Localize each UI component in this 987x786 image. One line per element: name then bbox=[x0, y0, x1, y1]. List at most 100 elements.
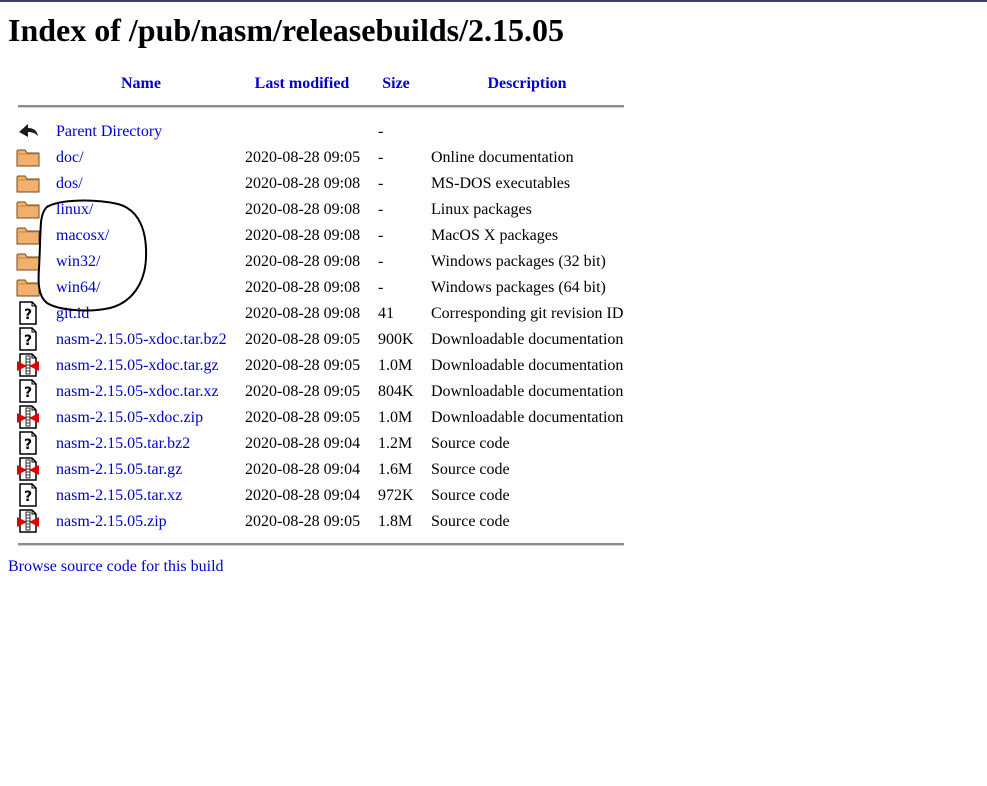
size-cell: 900K bbox=[378, 331, 414, 348]
size-cell: 1.6M bbox=[378, 461, 413, 478]
folder-icon[interactable] bbox=[16, 145, 40, 169]
table-row: macosx/2020-08-28 09:08- MacOS X packages bbox=[0, 223, 640, 249]
folder-icon[interactable] bbox=[16, 197, 40, 221]
file-link[interactable]: dos/ bbox=[56, 174, 83, 194]
file-link[interactable]: nasm-2.15.05-xdoc.tar.gz bbox=[56, 356, 219, 376]
column-header-size[interactable]: Size bbox=[374, 74, 418, 94]
browse-source-link[interactable]: Browse source code for this build bbox=[8, 557, 224, 577]
table-row: win32/2020-08-28 09:08- Windows packages … bbox=[0, 249, 640, 275]
description-cell: Source code bbox=[431, 487, 510, 504]
file-link[interactable]: Parent Directory bbox=[56, 122, 162, 142]
table-row: ? nasm-2.15.05-xdoc.tar.bz2 2020-08-28 09:… bbox=[0, 327, 640, 353]
size-cell: 972K bbox=[378, 487, 414, 504]
table-row: nasm-2.15.05-xdoc.tar.gz 2020-08-28 09:05… bbox=[0, 353, 640, 379]
back-icon[interactable] bbox=[16, 119, 40, 143]
last-modified-cell: 2020-08-28 09:05 bbox=[245, 383, 361, 400]
last-modified-cell: 2020-08-28 09:04 bbox=[245, 487, 361, 504]
file-link[interactable]: win64/ bbox=[56, 278, 100, 298]
description-cell: Downloadable documentation bbox=[431, 331, 624, 348]
unknown-file-icon[interactable]: ? bbox=[16, 431, 40, 455]
size-cell: - bbox=[378, 123, 384, 140]
folder-icon[interactable] bbox=[16, 275, 40, 299]
column-header-description[interactable]: Description bbox=[472, 74, 582, 94]
table-row: Parent Directory - bbox=[0, 119, 640, 145]
last-modified-cell: 2020-08-28 09:08 bbox=[245, 253, 361, 270]
unknown-file-icon[interactable]: ? bbox=[16, 379, 40, 403]
file-link[interactable]: linux/ bbox=[56, 200, 93, 220]
table-row: nasm-2.15.05-xdoc.zip 2020-08-28 09:05 1.0… bbox=[0, 405, 640, 431]
table-row: doc/2020-08-28 09:05- Online documentatio… bbox=[0, 145, 640, 171]
unknown-file-icon[interactable]: ? bbox=[16, 483, 40, 507]
last-modified-cell: 2020-08-28 09:08 bbox=[245, 305, 361, 322]
last-modified-cell: 2020-08-28 09:08 bbox=[245, 201, 361, 218]
compressed-file-icon[interactable] bbox=[16, 405, 40, 429]
table-row: ? git.id 2020-08-28 09:08 41 Corresponding g… bbox=[0, 301, 640, 327]
size-cell: - bbox=[378, 227, 384, 244]
file-link[interactable]: nasm-2.15.05-xdoc.zip bbox=[56, 408, 203, 428]
file-link[interactable]: nasm-2.15.05.tar.gz bbox=[56, 460, 182, 480]
size-cell: - bbox=[378, 279, 384, 296]
last-modified-cell: 2020-08-28 09:05 bbox=[245, 149, 361, 166]
unknown-file-icon[interactable]: ? bbox=[16, 327, 40, 351]
folder-icon[interactable] bbox=[16, 223, 40, 247]
size-cell: 1.8M bbox=[378, 513, 413, 530]
description-cell: Windows packages (64 bit) bbox=[431, 279, 606, 296]
folder-icon[interactable] bbox=[16, 249, 40, 273]
table-row: win64/2020-08-28 09:08- Windows packages … bbox=[0, 275, 640, 301]
last-modified-cell: 2020-08-28 09:08 bbox=[245, 227, 361, 244]
unknown-file-icon[interactable]: ? bbox=[16, 301, 40, 325]
table-row: ? nasm-2.15.05-xdoc.tar.xz 2020-08-28 09:0… bbox=[0, 379, 640, 405]
svg-text:?: ? bbox=[24, 385, 32, 401]
last-modified-cell: 2020-08-28 09:04 bbox=[245, 435, 361, 452]
file-link[interactable]: win32/ bbox=[56, 252, 100, 272]
last-modified-cell: 2020-08-28 09:05 bbox=[245, 409, 361, 426]
page-title: Index of /pub/nasm/releasebuilds/2.15.05 bbox=[8, 12, 564, 48]
size-cell: 1.0M bbox=[378, 409, 413, 426]
file-link[interactable]: doc/ bbox=[56, 148, 84, 168]
column-header-last-modified[interactable]: Last modified bbox=[248, 74, 356, 94]
table-row: linux/2020-08-28 09:08- Linux packages bbox=[0, 197, 640, 223]
compressed-file-icon[interactable] bbox=[16, 457, 40, 481]
last-modified-cell: 2020-08-28 09:05 bbox=[245, 331, 361, 348]
svg-text:?: ? bbox=[24, 333, 32, 349]
svg-text:?: ? bbox=[24, 489, 32, 505]
table-top-divider bbox=[18, 105, 624, 108]
svg-text:?: ? bbox=[24, 437, 32, 453]
size-cell: - bbox=[378, 201, 384, 218]
file-link[interactable]: nasm-2.15.05-xdoc.tar.bz2 bbox=[56, 330, 227, 350]
file-link[interactable]: macosx/ bbox=[56, 226, 109, 246]
file-link[interactable]: nasm-2.15.05.tar.bz2 bbox=[56, 434, 190, 454]
svg-text:?: ? bbox=[24, 307, 32, 323]
description-cell: Source code bbox=[431, 461, 510, 478]
description-cell: Online documentation bbox=[431, 149, 574, 166]
size-cell: - bbox=[378, 149, 384, 166]
compressed-file-icon[interactable] bbox=[16, 509, 40, 533]
column-header-name[interactable]: Name bbox=[100, 74, 182, 94]
file-link[interactable]: nasm-2.15.05-xdoc.tar.xz bbox=[56, 382, 219, 402]
size-cell: 1.2M bbox=[378, 435, 413, 452]
folder-icon[interactable] bbox=[16, 171, 40, 195]
file-link[interactable]: nasm-2.15.05.zip bbox=[56, 512, 167, 532]
file-link[interactable]: nasm-2.15.05.tar.xz bbox=[56, 486, 182, 506]
description-cell: Downloadable documentation bbox=[431, 357, 624, 374]
last-modified-cell: 2020-08-28 09:08 bbox=[245, 175, 361, 192]
last-modified-cell: 2020-08-28 09:05 bbox=[245, 513, 361, 530]
size-cell: - bbox=[378, 175, 384, 192]
size-cell: 41 bbox=[378, 305, 394, 322]
description-cell: Corresponding git revision ID bbox=[431, 305, 624, 322]
top-border bbox=[0, 0, 987, 2]
description-cell: MS-DOS executables bbox=[431, 175, 571, 192]
last-modified-cell: 2020-08-28 09:05 bbox=[245, 357, 361, 374]
file-link[interactable]: git.id bbox=[56, 304, 89, 324]
table-row: ? nasm-2.15.05.tar.xz 2020-08-28 09:04 972K… bbox=[0, 483, 640, 509]
size-cell: - bbox=[378, 253, 384, 270]
description-cell: Downloadable documentation bbox=[431, 409, 624, 426]
description-cell: Source code bbox=[431, 435, 510, 452]
description-cell: MacOS X packages bbox=[431, 227, 559, 244]
table-row: nasm-2.15.05.zip 2020-08-28 09:05 1.8M Sour… bbox=[0, 509, 640, 535]
last-modified-cell: 2020-08-28 09:04 bbox=[245, 461, 361, 478]
compressed-file-icon[interactable] bbox=[16, 353, 40, 377]
table-row: dos/2020-08-28 09:08- MS-DOS executables bbox=[0, 171, 640, 197]
description-cell: Downloadable documentation bbox=[431, 383, 624, 400]
description-cell: Windows packages (32 bit) bbox=[431, 253, 606, 270]
